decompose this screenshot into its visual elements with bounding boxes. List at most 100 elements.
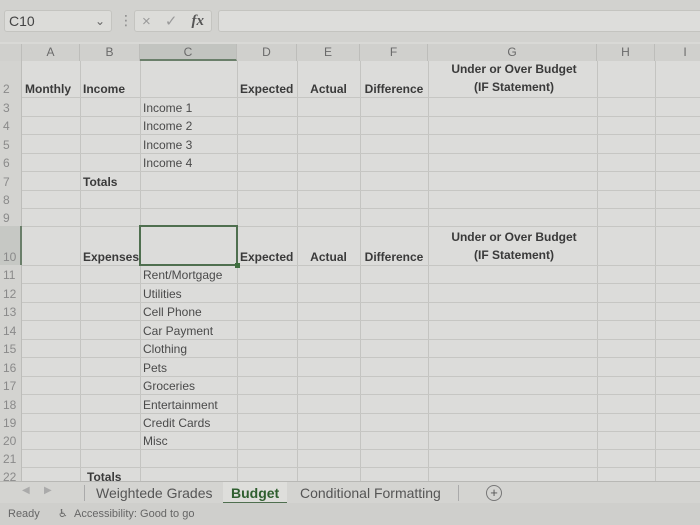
cell-c3[interactable]: Income 1 [140,97,237,116]
row-header-12[interactable]: 12 [0,283,22,302]
cell-c6[interactable]: Income 4 [140,153,237,171]
column-header-e[interactable]: E [297,44,360,61]
row-header-9[interactable]: 9 [0,208,22,226]
column-header-a[interactable]: A [22,44,80,61]
gridline [80,61,81,481]
row-header-7[interactable]: 7 [0,171,22,190]
cell-c11[interactable]: Rent/Mortgage [140,265,237,283]
row-header-8[interactable]: 8 [0,190,22,208]
tab-conditional-formatting[interactable]: Conditional Formatting [292,482,449,504]
column-header-f[interactable]: F [360,44,428,61]
row-header-20[interactable]: 20 [0,431,22,449]
column-header-b[interactable]: B [80,44,140,61]
row-header-4[interactable]: 4 [0,116,22,134]
cell-b2[interactable]: Income [80,61,140,97]
gridline [22,208,700,209]
cell-c19[interactable]: Credit Cards [140,413,237,431]
gridline [22,449,700,450]
row-header-18[interactable]: 18 [0,394,22,413]
row-header-15[interactable]: 15 [0,339,22,357]
tab-budget[interactable]: Budget [223,482,288,504]
cell-a2[interactable]: Monthly [22,61,80,97]
gridline [22,302,700,303]
row-header-16[interactable]: 16 [0,357,22,376]
cell-c4[interactable]: Income 2 [140,116,237,134]
gridline [655,61,656,481]
gridline [22,339,700,340]
spreadsheet-grid[interactable]: 2 3 4 5 6 7 8 9 10 11 12 13 14 15 16 17 … [0,61,700,485]
insert-function-icon[interactable]: fx [191,13,204,30]
cell-b7[interactable]: Totals [80,171,140,190]
gridline [22,283,700,284]
row-header-2[interactable]: 2 [0,61,22,97]
accessibility-status[interactable]: Accessibility: Good to go [74,503,194,525]
cell-e2[interactable]: Actual [297,61,360,97]
formula-bar: C10 ⌄ ⋮ × ✓ fx [0,0,700,42]
row-header-5[interactable]: 5 [0,134,22,153]
row-header-6[interactable]: 6 [0,153,22,171]
row-header-14[interactable]: 14 [0,320,22,339]
gridline [360,61,361,481]
scroll-tabs-right-icon[interactable]: ▶ [44,485,52,496]
cell-b10[interactable]: Expenses [80,226,140,265]
row-header-21[interactable]: 21 [0,449,22,467]
gridline [22,134,700,135]
cell-c12[interactable]: Utilities [140,283,237,302]
cell-c17[interactable]: Groceries [140,376,237,394]
cell-c13[interactable]: Cell Phone [140,302,237,320]
selected-cell-c10[interactable] [139,225,240,268]
row-header-11[interactable]: 11 [0,265,22,283]
select-all-corner[interactable] [0,44,22,61]
cell-c16[interactable]: Pets [140,357,237,376]
cell-c5[interactable]: Income 3 [140,134,237,153]
gridline [297,61,298,481]
formula-buttons: × ✓ fx [134,10,212,32]
gridline [22,153,700,154]
cell-d10[interactable]: Expected [237,226,297,265]
if-statement-label: (IF Statement) [473,80,554,94]
cell-f2[interactable]: Difference [360,61,428,97]
enter-icon[interactable]: ✓ [165,12,178,30]
cell-c14[interactable]: Car Payment [140,320,237,339]
cell-d2[interactable]: Expected [237,61,297,97]
name-box[interactable]: C10 ⌄ [4,10,112,32]
status-ready: Ready [8,508,40,520]
chevron-down-icon[interactable]: ⌄ [95,11,105,31]
status-bar: Ready ♿ Accessibility: Good to go [0,503,700,525]
formula-input[interactable] [218,10,700,32]
row-header-17[interactable]: 17 [0,376,22,394]
row-header-10[interactable]: 10 [0,226,22,265]
row-header-13[interactable]: 13 [0,302,22,320]
row-header-3[interactable]: 3 [0,97,22,116]
more-options-icon[interactable]: ⋮ [119,12,133,28]
cell-e10[interactable]: Actual [297,226,360,265]
gridline [22,376,700,377]
if-statement-label: (IF Statement) [473,248,554,262]
cell-c15[interactable]: Clothing [140,339,237,357]
cell-c18[interactable]: Entertainment [140,394,237,413]
cell-g2[interactable]: Under or Over Budget (IF Statement) [428,61,597,97]
column-header-i[interactable]: I [655,44,700,61]
column-header-g[interactable]: G [428,44,597,61]
cell-g10[interactable]: Under or Over Budget (IF Statement) [428,226,597,265]
gridline [22,116,700,117]
under-over-budget-label: Under or Over Budget [451,230,577,244]
gridline [22,320,700,321]
column-headers: A B C D E F G H I [0,44,700,61]
cell-c20[interactable]: Misc [140,431,237,449]
accessibility-icon[interactable]: ♿ [58,503,68,525]
column-header-h[interactable]: H [597,44,655,61]
scroll-tabs-left-icon[interactable]: ◀ [22,485,30,496]
row-header-19[interactable]: 19 [0,413,22,431]
tab-divider [458,485,459,501]
tab-weightede-grades[interactable]: Weightede Grades [88,482,220,504]
cell-f10[interactable]: Difference [360,226,428,265]
gridline [597,61,598,481]
cancel-icon[interactable]: × [142,13,151,30]
column-header-c[interactable]: C [140,44,237,61]
gridline [22,431,700,432]
column-header-d[interactable]: D [237,44,297,61]
sheet-tabs-bar: ◀ ▶ Weightede Grades Budget Conditional … [0,481,700,504]
tab-divider [84,485,85,501]
add-sheet-icon[interactable]: + [486,485,502,501]
